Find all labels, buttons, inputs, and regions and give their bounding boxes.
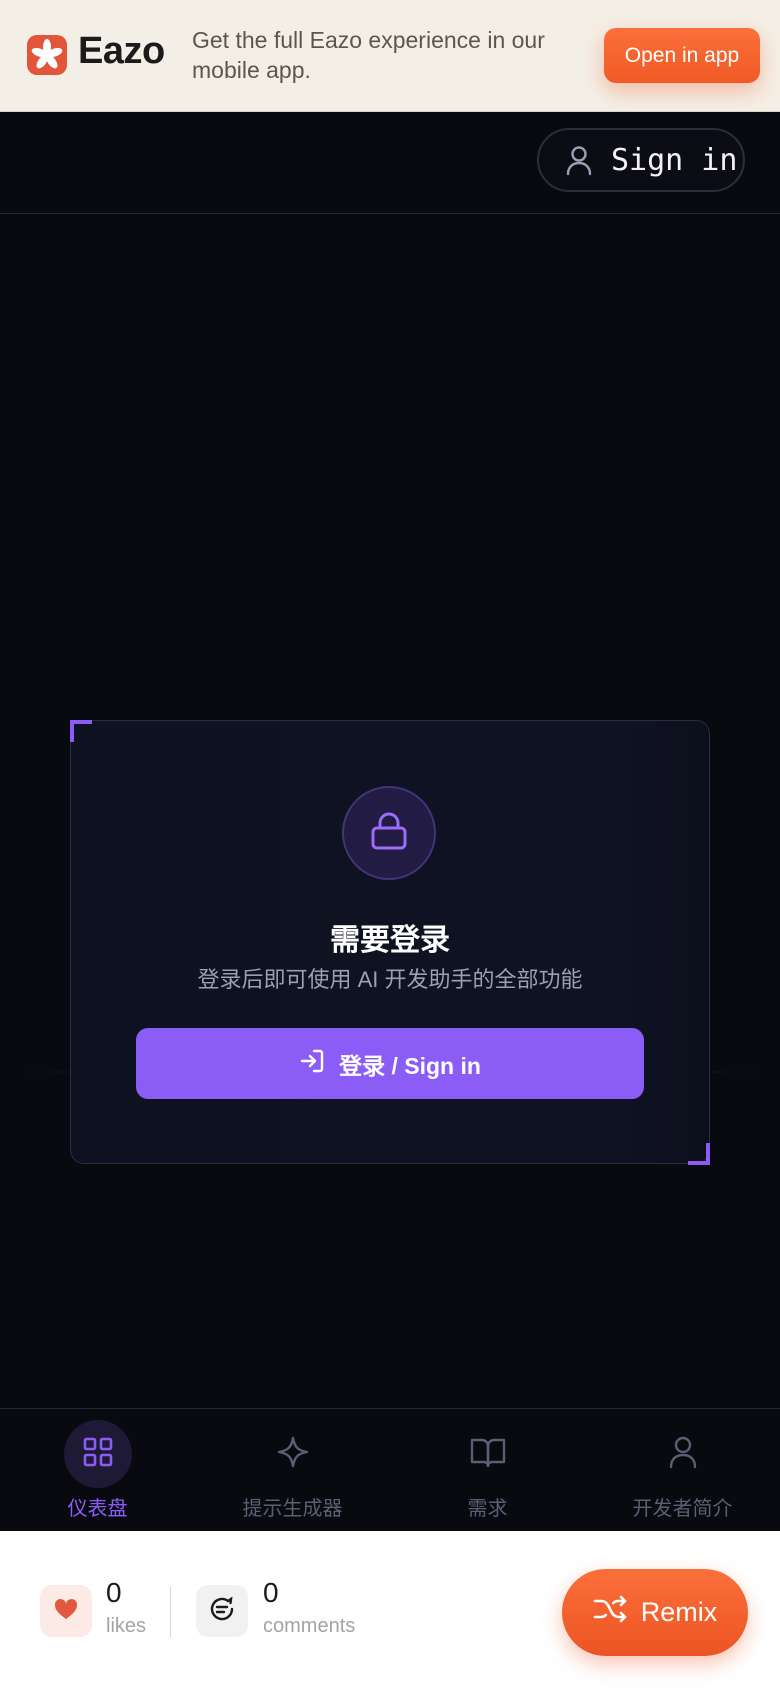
card-corner-accent: [70, 720, 92, 742]
nav-item-prompt-generator[interactable]: 提示生成器: [195, 1409, 390, 1532]
stat-divider: [170, 1587, 171, 1637]
comment-button[interactable]: [196, 1585, 248, 1637]
nav-item-label: 开发者简介: [632, 1498, 733, 1520]
top-header: Sign in: [0, 111, 780, 214]
nav-item-requirements[interactable]: 需求: [390, 1409, 585, 1532]
comments-count: 0: [263, 1577, 279, 1608]
brand-name: Eazo: [78, 30, 165, 72]
likes-count: 0: [106, 1577, 122, 1608]
bottom-navigation: 仪表盘 提示生成器 需求 开发者简介: [0, 1408, 780, 1532]
likes-label: likes: [106, 1615, 147, 1637]
nav-item-label: 需求: [467, 1498, 508, 1520]
login-required-title: 需要登录: [330, 924, 450, 957]
eazo-logo-icon: [27, 35, 67, 75]
header-sign-in-button[interactable]: Sign in: [537, 128, 745, 192]
social-footer: 0 likes 0 comments Remix: [0, 1531, 780, 1688]
nav-item-label: 仪表盘: [67, 1498, 128, 1520]
dashboard-grid-icon: [82, 1436, 114, 1473]
nav-item-dashboard[interactable]: 仪表盘: [0, 1409, 195, 1532]
heart-icon: [53, 1597, 79, 1626]
user-icon: [668, 1435, 698, 1474]
comments-label: comments: [263, 1615, 356, 1637]
sign-in-label: Sign in: [611, 142, 738, 178]
sparkle-icon: [276, 1435, 310, 1474]
log-in-icon: [299, 1048, 325, 1079]
app-promo-banner: Eazo Get the full Eazo experience in our…: [0, 0, 780, 112]
card-corner-accent: [688, 1143, 710, 1165]
login-button-label: 登录 / Sign in: [339, 1052, 481, 1079]
nav-item-label: 提示生成器: [242, 1498, 343, 1520]
like-button[interactable]: [40, 1585, 92, 1637]
book-open-icon: [470, 1436, 506, 1473]
login-button[interactable]: 登录 / Sign in: [136, 1028, 644, 1099]
lock-badge: [342, 786, 436, 880]
comment-icon: [208, 1595, 236, 1628]
nav-item-developer-profile[interactable]: 开发者简介: [585, 1409, 780, 1532]
promo-text: Get the full Eazo experience in our mobi…: [192, 27, 545, 83]
lock-icon: [369, 810, 409, 857]
open-in-app-button[interactable]: Open in app: [604, 28, 760, 83]
remix-button[interactable]: Remix: [562, 1569, 748, 1656]
user-icon: [565, 144, 593, 176]
remix-label: Remix: [640, 1597, 718, 1627]
shuffle-icon: [593, 1595, 627, 1630]
login-required-subtitle: 登录后即可使用 AI 开发助手的全部功能: [197, 967, 583, 992]
